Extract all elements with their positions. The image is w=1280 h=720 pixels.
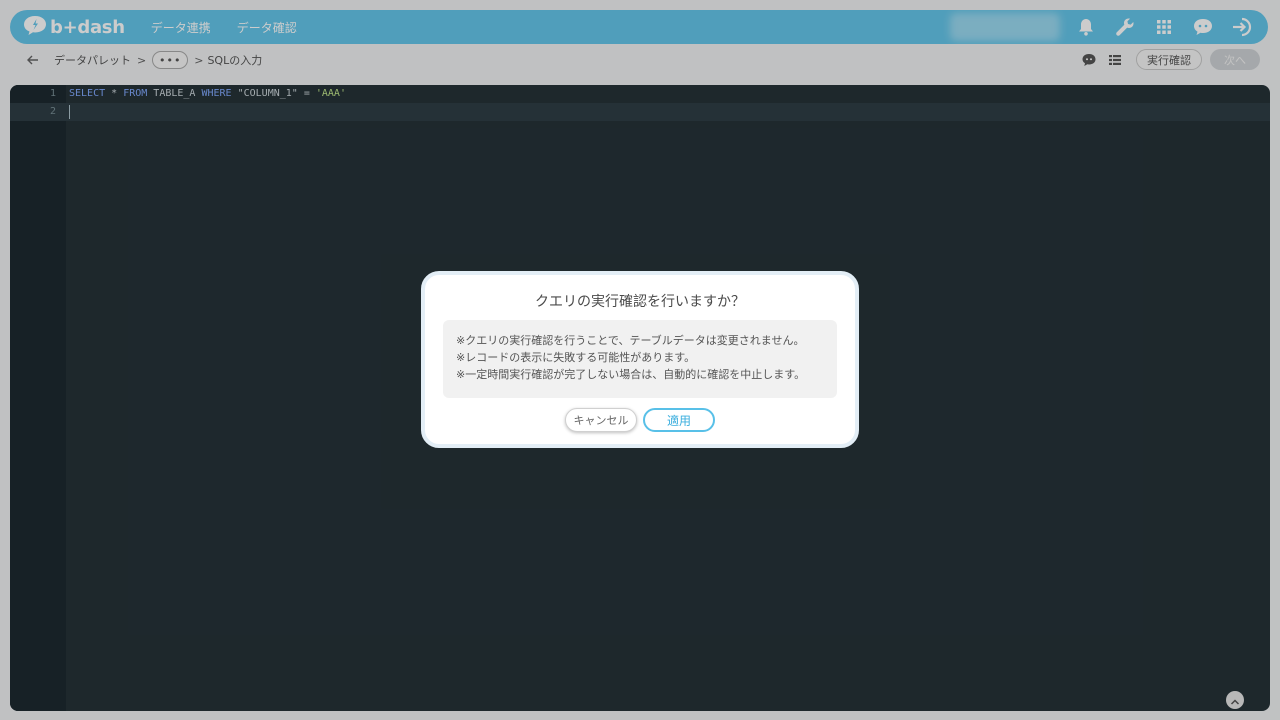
dialog-note: ※レコードの表示に失敗する可能性があります。: [456, 351, 696, 364]
cancel-button[interactable]: キャンセル: [565, 408, 637, 432]
dialog-notes: ※クエリの実行確認を行うことで、テーブルデータは変更されません。 ※レコードの表…: [443, 320, 837, 398]
dialog-note: ※クエリの実行確認を行うことで、テーブルデータは変更されません。: [456, 334, 805, 347]
dialog-note: ※一定時間実行確認が完了しない場合は、自動的に確認を中止します。: [456, 368, 806, 381]
query-confirm-dialog: クエリの実行確認を行いますか？ ※クエリの実行確認を行うことで、テーブルデータは…: [421, 271, 859, 448]
dialog-title: クエリの実行確認を行いますか？: [535, 294, 745, 310]
apply-button[interactable]: 適用: [643, 408, 715, 432]
app-root: b+dash データ連携 データ確認 データパレット > ••• > SQLの入…: [0, 0, 1280, 720]
